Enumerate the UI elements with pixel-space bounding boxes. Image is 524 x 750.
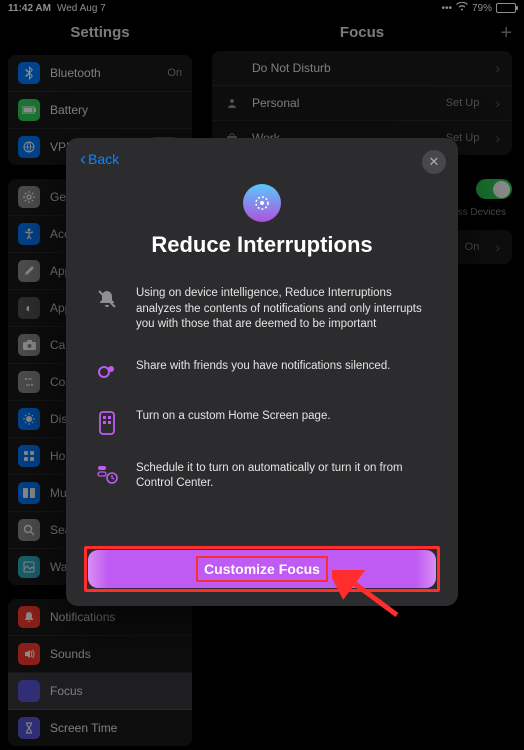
- close-icon: ✕: [429, 154, 440, 170]
- feature-text: Using on device intelligence, Reduce Int…: [136, 286, 430, 333]
- reduce-interruptions-hero-icon: [243, 184, 281, 222]
- share-status-icon: [94, 359, 120, 383]
- feature-text: Share with friends you have notification…: [136, 359, 390, 375]
- feature-home-screen: Turn on a custom Home Screen page.: [94, 409, 430, 435]
- bell-slash-icon: [94, 286, 120, 310]
- feature-text: Turn on a custom Home Screen page.: [136, 409, 331, 425]
- feature-share-silenced: Share with friends you have notification…: [94, 359, 430, 383]
- chevron-left-icon: ‹: [80, 150, 86, 168]
- clock-and-toggles-icon: [94, 461, 120, 485]
- back-button[interactable]: ‹ Back: [80, 150, 119, 168]
- cta-label: Customize Focus: [204, 561, 320, 577]
- feature-schedule: Schedule it to turn on automatically or …: [94, 461, 430, 492]
- feature-text: Schedule it to turn on automatically or …: [136, 461, 430, 492]
- modal-title: Reduce Interruptions: [94, 232, 430, 258]
- phone-screen-icon: [94, 409, 120, 435]
- back-label: Back: [88, 151, 119, 167]
- close-button[interactable]: ✕: [422, 150, 446, 174]
- feature-intelligence: Using on device intelligence, Reduce Int…: [94, 286, 430, 333]
- reduce-interruptions-modal: ‹ Back ✕ Reduce Interruptions Using on d…: [66, 138, 458, 606]
- customize-focus-button[interactable]: Customize Focus: [88, 550, 436, 588]
